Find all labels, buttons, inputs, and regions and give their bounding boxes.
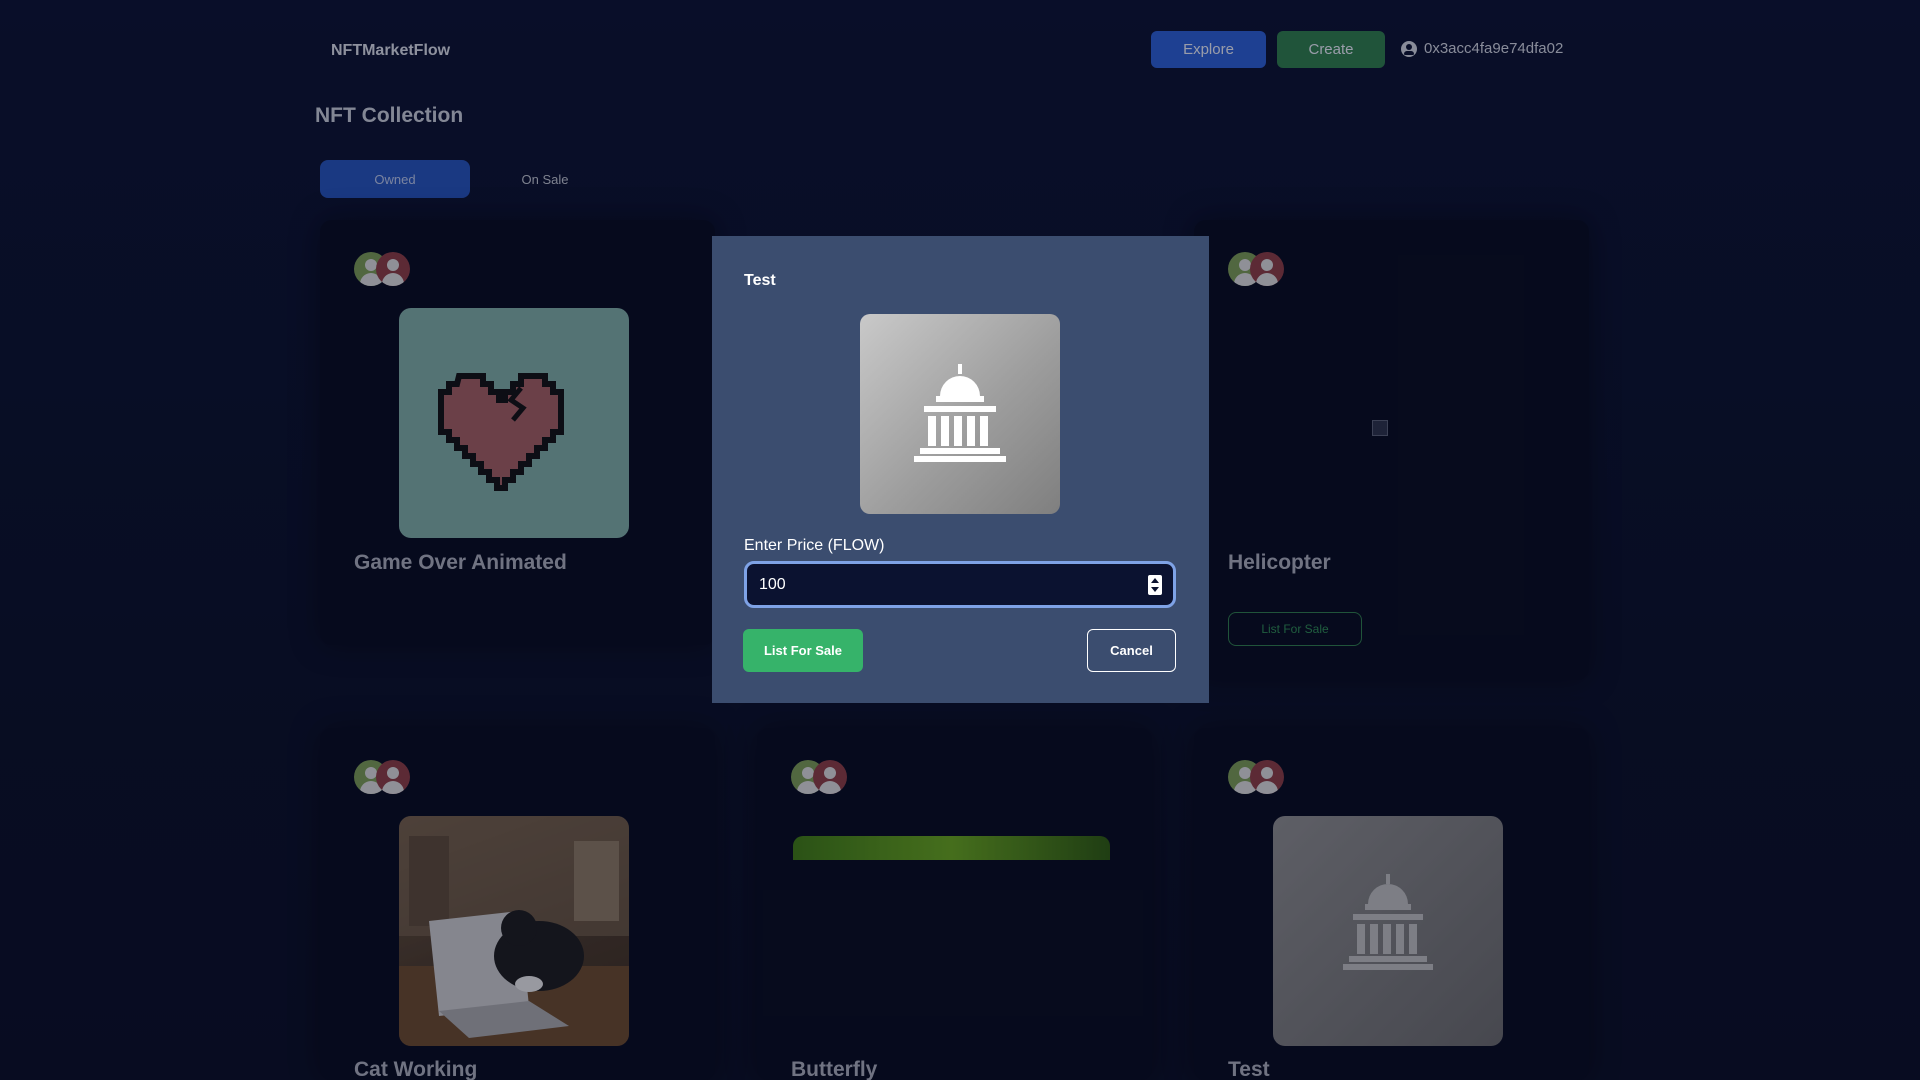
price-input[interactable] [744,561,1176,608]
modal-nft-image [860,314,1060,514]
modal-title: Test [744,272,776,289]
page: NFTMarketFlow Explore Create 0x3acc4fa9e… [0,0,1920,1080]
number-stepper-icon[interactable] [1148,575,1162,595]
list-for-sale-button[interactable]: List For Sale [743,629,863,672]
price-label: Enter Price (FLOW) [744,537,885,554]
capitol-building-icon [914,364,1006,462]
cancel-button[interactable]: Cancel [1087,629,1176,672]
list-for-sale-modal: Test Enter Price (FLOW) 100 List For Sal… [712,236,1209,703]
